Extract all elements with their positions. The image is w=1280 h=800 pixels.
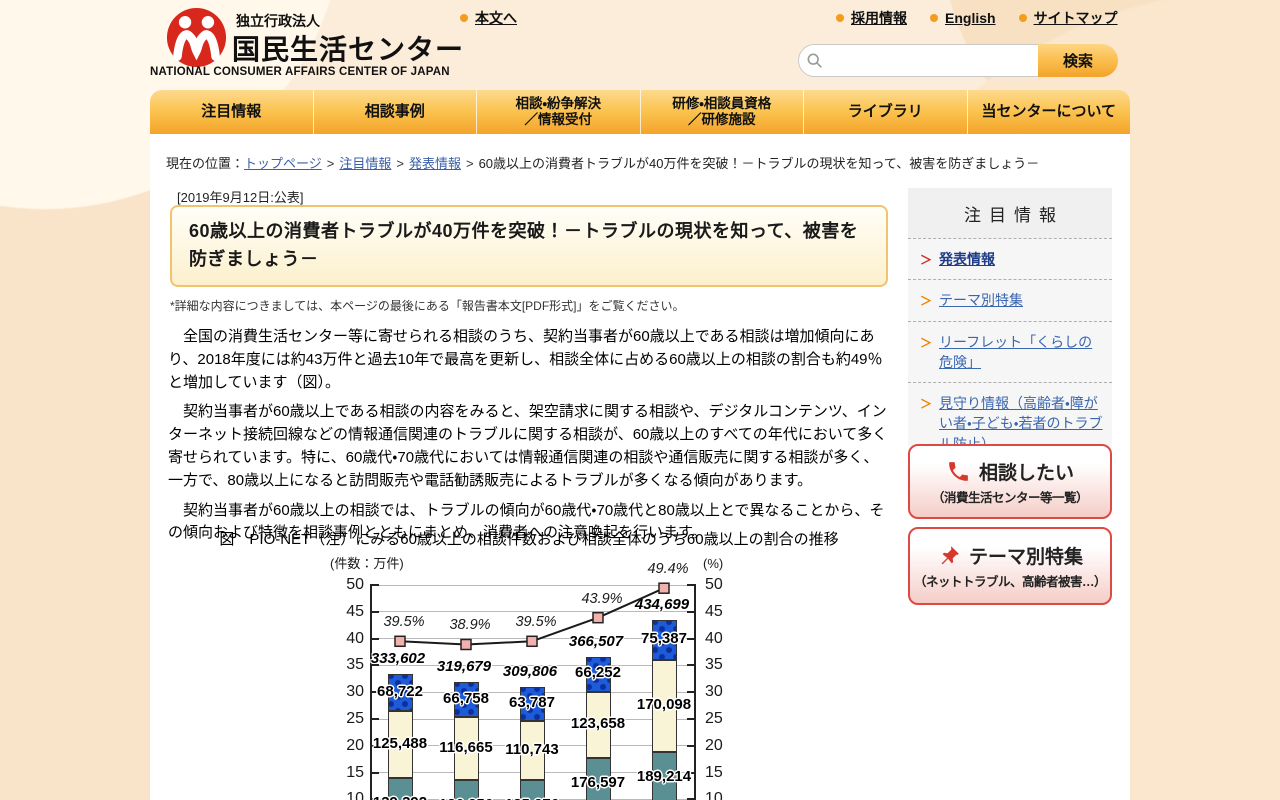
breadcrumb-separator: > <box>466 156 474 171</box>
percent-label: 49.4% <box>626 561 710 577</box>
nav-tab-3[interactable]: 相談・紛争解決 ／情報受付 <box>476 90 640 134</box>
axis-label-right: 50 <box>705 576 739 594</box>
nav-tab-6[interactable]: 当センターについて <box>967 90 1131 134</box>
percent-label: 39.5% <box>494 614 578 630</box>
bullet-icon <box>1019 14 1027 22</box>
nav-tab-4[interactable]: 研修・相談員資格 ／研修施設 <box>640 90 804 134</box>
segment-value-label: 63,787 <box>484 694 580 711</box>
consult-button-label: 相談したい <box>979 458 1074 485</box>
segment-value-label: 170,098 <box>616 696 712 713</box>
page-title: 60歳以上の消費者トラブルが40万件を突破！－トラブルの現状を知って、被害を防ぎ… <box>170 205 888 287</box>
breadcrumb-link-1[interactable]: トップページ <box>244 156 322 171</box>
sidebar-item-1[interactable]: ＞ 発表情報 <box>908 238 1112 279</box>
axis-label-left: 25 <box>330 710 364 728</box>
nav-tab-2[interactable]: 相談事例 <box>313 90 477 134</box>
chevron-right-icon: ＞ <box>920 292 932 310</box>
site-logo[interactable] <box>166 7 227 68</box>
article-paragraph-1: 全国の消費生活センター等に寄せられる相談のうち、契約当事者が60歳以上である相談… <box>168 326 890 394</box>
breadcrumb-prefix: 現在の位置： <box>166 156 244 171</box>
top-link-label: サイトマップ <box>1034 8 1118 28</box>
segment-value-label: 189,214 <box>616 768 712 785</box>
axis-tick-left <box>371 611 379 613</box>
phone-icon <box>946 459 971 484</box>
pushpin-icon <box>937 544 961 568</box>
logo-mark-icon <box>166 7 227 68</box>
line-marker <box>461 639 471 649</box>
top-link-3[interactable]: サイトマップ <box>1019 8 1118 28</box>
axis-label-left: 40 <box>330 630 364 648</box>
chart-gridline <box>371 585 695 586</box>
nav-tab-5[interactable]: ライブラリ <box>803 90 967 134</box>
axis-label-right: 10 <box>705 790 739 800</box>
main-nav: 注目情報相談事例相談・紛争解決 ／情報受付研修・相談員資格 ／研修施設ライブラリ… <box>150 90 1130 134</box>
sidebar-item-2[interactable]: ＞ テーマ別特集 <box>908 279 1112 320</box>
segment-value-label: 135,276 <box>484 796 580 800</box>
axis-label-right: 35 <box>705 656 739 674</box>
breadcrumb: 現在の位置：トップページ > 注目情報 > 発表情報 >60歳以上の消費者トラブルが40万… <box>166 153 1116 172</box>
breadcrumb-separator: > <box>327 156 335 171</box>
chevron-right-icon: ＞ <box>920 251 932 269</box>
skip-to-content-link[interactable]: 本文へ <box>460 8 517 28</box>
sidebar-item-3[interactable]: ＞リーフレット「くらしの危険」 <box>908 321 1112 383</box>
sidebar-item-label: リーフレット「くらしの危険」 <box>939 332 1104 373</box>
consult-button-sublabel: （消費生活センター等一覧） <box>932 487 1088 506</box>
consult-button[interactable]: 相談したい （消費生活センター等一覧） <box>908 444 1112 519</box>
segment-value-label: 75,387 <box>616 630 712 647</box>
figure-caption: 図 PIO-NET（注）にみる60歳以上の相談件数および相談全体のうち60歳以上… <box>168 528 890 549</box>
top-links: 採用情報 English サイトマップ <box>836 8 1134 28</box>
axis-label-left: 15 <box>330 764 364 782</box>
total-value-label: 434,699 <box>610 596 714 613</box>
axis-label-left: 50 <box>330 576 364 594</box>
top-link-1[interactable]: 採用情報 <box>836 8 907 28</box>
search-input[interactable] <box>798 44 1038 77</box>
line-marker <box>593 613 603 623</box>
axis-label-right: 20 <box>705 737 739 755</box>
breadcrumb-link-3[interactable]: 発表情報 <box>409 156 461 171</box>
search-icon <box>806 52 824 70</box>
trend-chart: (件数：万件)(%)505045454040353530302525202015… <box>330 553 742 800</box>
nav-tab-1[interactable]: 注目情報 <box>150 90 313 134</box>
themes-button[interactable]: テーマ別特集 （ネットトラブル、高齢者被害…） <box>908 527 1112 605</box>
sidebar-item-label: 発表情報 <box>939 249 995 269</box>
pdf-note: *詳細な内容につきましては、本ページの最後にある「報告書本文[PDF形式]」をご… <box>170 297 685 314</box>
publish-date: [2019年9月12日:公表] <box>177 187 303 206</box>
article-body: 全国の消費生活センター等に寄せられる相談のうち、契約当事者が60歳以上である相談… <box>168 326 890 552</box>
segment-value-label: 123,658 <box>550 715 646 732</box>
article-paragraph-2: 契約当事者が60歳以上である相談の内容をみると、架空請求に関する相談や、デジタル… <box>168 401 890 492</box>
breadcrumb-separator: > <box>396 156 404 171</box>
top-link-label: English <box>945 10 996 26</box>
bullet-icon <box>836 14 844 22</box>
chevron-right-icon: ＞ <box>920 334 932 373</box>
axis-unit-left: (件数：万件) <box>330 553 404 572</box>
axis-label-left: 45 <box>330 603 364 621</box>
bullet-icon <box>460 14 468 22</box>
org-name-english: NATIONAL CONSUMER AFFAIRS CENTER OF JAPA… <box>150 66 450 78</box>
axis-tick-left <box>371 584 379 586</box>
sidebar-highlight-box: 注目情報 ＞発表情報＞テーマ別特集＞リーフレット「くらしの危険」＞見守り情報（高… <box>908 188 1112 464</box>
top-link-label: 採用情報 <box>851 8 907 28</box>
breadcrumb-current: 60歳以上の消費者トラブルが40万件を突破！－トラブルの現状を知って、被害を防ぎ… <box>479 156 1040 171</box>
org-name: 国民生活センター <box>232 28 464 68</box>
breadcrumb-link-2[interactable]: 注目情報 <box>339 156 391 171</box>
themes-button-label: テーマ別特集 <box>969 542 1083 569</box>
bullet-icon <box>930 14 938 22</box>
axis-tick-left <box>371 772 379 774</box>
segment-value-label: 110,743 <box>484 741 580 758</box>
segment-value-label: 66,252 <box>550 664 646 681</box>
axis-tick-left <box>371 638 379 640</box>
page: 独立行政法人 国民生活センター NATIONAL CONSUMER AFFAIR… <box>0 0 1280 800</box>
search-button[interactable]: 検索 <box>1038 44 1118 77</box>
axis-tick-left <box>371 718 379 720</box>
sidebar-item-label: テーマ別特集 <box>939 290 1023 310</box>
top-link-2[interactable]: English <box>930 10 996 26</box>
themes-button-sublabel: （ネットトラブル、高齢者被害…） <box>914 571 1106 590</box>
sidebar-title: 注目情報 <box>908 188 1112 238</box>
